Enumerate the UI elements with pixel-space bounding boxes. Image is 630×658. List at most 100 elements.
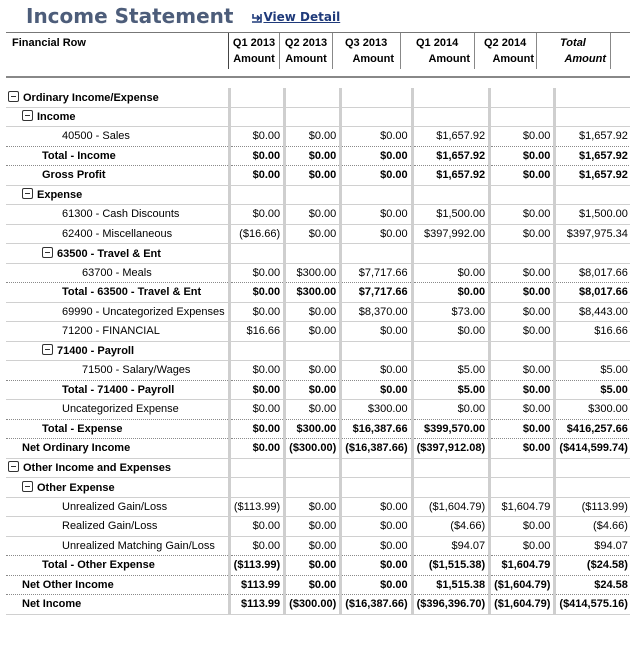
section-row: Ordinary Income/Expense xyxy=(6,88,630,108)
header-col-q2-2014[interactable]: Q2 2014 Amount xyxy=(476,35,536,67)
row-label-cell: Total - Other Expense xyxy=(6,555,230,576)
header-col-q1-2013[interactable]: Q1 2013 Amount xyxy=(230,35,278,67)
amount-cell xyxy=(283,185,341,205)
row-label[interactable]: 69990 - Uncategorized Expenses xyxy=(62,306,225,318)
amount-cell: $113.99 xyxy=(227,575,285,595)
amount-cell xyxy=(283,243,341,264)
header-financial-row: Financial Row xyxy=(12,37,86,49)
table-row: 69990 - Uncategorized Expenses $0.00 $0.00… xyxy=(6,302,630,322)
collapse-toggle-icon[interactable] xyxy=(42,246,53,258)
row-label: Total - 63500 - Travel & Ent xyxy=(62,286,202,299)
header-col-q3-2013[interactable]: Q3 2013 Amount xyxy=(334,35,396,67)
row-label-cell: Realized Gain/Loss xyxy=(6,516,230,537)
amount-cell: $0.00 xyxy=(283,555,341,576)
row-label: Total - 71400 - Payroll xyxy=(62,383,175,396)
amount-cell: $94.07 xyxy=(410,536,490,556)
row-label[interactable]: Realized Gain/Loss xyxy=(62,520,157,532)
amount-cell xyxy=(283,458,341,478)
total-row: Total - 63500 - Travel & Ent $0.00 $300.00… xyxy=(6,282,630,303)
collapse-toggle-icon[interactable] xyxy=(22,110,33,122)
total-row: Net Other Income $113.99 $0.00 $0.00 $1,515.… xyxy=(6,575,630,595)
amount-cell xyxy=(227,107,285,127)
table-row: Realized Gain/Loss $0.00 $0.00 $0.00 ($4.66)… xyxy=(6,516,630,537)
amount-cell xyxy=(339,88,413,108)
row-label[interactable]: 62400 - Miscellaneous xyxy=(62,228,172,240)
row-label: 63500 - Travel & Ent xyxy=(57,247,161,260)
collapse-toggle-icon[interactable] xyxy=(22,480,33,492)
row-label[interactable]: 63700 - Meals xyxy=(82,267,152,279)
row-label-cell: 69990 - Uncategorized Expenses xyxy=(6,302,230,322)
table-row: 71200 - FINANCIAL $16.66 $0.00 $0.00 $0.00 $0… xyxy=(6,321,630,342)
section-row: 71400 - Payroll xyxy=(6,341,630,361)
amount-cell: $0.00 xyxy=(283,575,341,595)
amount-cell xyxy=(227,458,285,478)
amount-cell xyxy=(553,185,630,205)
collapse-toggle-icon[interactable] xyxy=(8,461,19,473)
row-label[interactable]: Unrealized Gain/Loss xyxy=(62,501,167,513)
page-header: Income Statement View Detail xyxy=(26,4,340,30)
amount-cell: ($397,912.08) xyxy=(410,438,490,459)
total-row: Total - Expense $0.00 $300.00 $16,387.66 $39… xyxy=(6,419,630,439)
amount-cell: $0.00 xyxy=(283,497,341,517)
row-label: Total - Other Expense xyxy=(42,559,155,572)
row-label-cell: Total - Income xyxy=(6,146,230,166)
table-row: 71500 - Salary/Wages $0.00 $0.00 $0.00 $5.00… xyxy=(6,360,630,381)
page-title: Income Statement xyxy=(26,4,234,28)
row-label: Other Expense xyxy=(37,481,115,494)
collapse-toggle-icon[interactable] xyxy=(8,90,19,102)
row-label-cell: Gross Profit xyxy=(6,165,230,186)
header-col-q2-2013[interactable]: Q2 2013 Amount xyxy=(281,35,331,67)
amount-cell: ($300.00) xyxy=(283,594,341,615)
amount-cell: $0.00 xyxy=(283,126,341,147)
row-label-cell: Ordinary Income/Expense xyxy=(6,88,230,108)
amount-cell: $0.00 xyxy=(488,399,555,420)
row-label-cell: Net Other Income xyxy=(6,575,230,595)
amount-cell: ($4.66) xyxy=(410,516,490,537)
amount-cell xyxy=(339,477,413,498)
amount-cell: $300.00 xyxy=(553,399,630,420)
row-label: Other Income and Expenses xyxy=(23,462,171,475)
amount-cell: $0.00 xyxy=(339,575,413,595)
row-label[interactable]: 71200 - FINANCIAL xyxy=(62,325,160,337)
amount-cell: $0.00 xyxy=(339,497,413,517)
row-label[interactable]: Unrealized Matching Gain/Loss xyxy=(62,540,215,552)
collapse-toggle-icon[interactable] xyxy=(42,344,53,356)
header-col-q1-2014[interactable]: Q1 2014 Amount xyxy=(402,35,472,67)
view-detail-link[interactable]: View Detail xyxy=(251,10,340,24)
amount-cell: ($300.00) xyxy=(283,438,341,459)
amount-cell: $0.00 xyxy=(488,380,555,400)
header-period: Q2 2014 xyxy=(484,37,527,49)
header-sub: Amount xyxy=(428,53,470,65)
header-col-total[interactable]: Total Amount xyxy=(538,35,608,67)
amount-cell: $0.00 xyxy=(283,146,341,166)
view-detail-label: View Detail xyxy=(263,10,341,24)
amount-cell: $5.00 xyxy=(410,360,490,381)
amount-cell: $5.00 xyxy=(410,380,490,400)
row-label: Income xyxy=(37,111,76,124)
header-divider xyxy=(536,33,537,69)
section-row: 63500 - Travel & Ent xyxy=(6,243,630,264)
collapse-toggle-icon[interactable] xyxy=(22,188,33,200)
amount-cell: $1,500.00 xyxy=(553,204,630,225)
amount-cell xyxy=(410,341,490,361)
row-label: Total - Expense xyxy=(42,422,123,435)
amount-cell: $0.00 xyxy=(227,360,285,381)
header-sub: Amount xyxy=(352,53,394,65)
amount-cell: ($1,604.79) xyxy=(488,575,555,595)
header-period: Total xyxy=(560,37,586,49)
row-label-cell: Other Income and Expenses xyxy=(6,458,230,478)
row-label[interactable]: 40500 - Sales xyxy=(62,130,130,142)
amount-cell: ($113.99) xyxy=(227,555,285,576)
row-label[interactable]: Uncategorized Expense xyxy=(62,403,179,415)
total-row: Net Ordinary Income $0.00 ($300.00) ($16,38… xyxy=(6,438,630,459)
amount-cell: $16,387.66 xyxy=(339,419,413,439)
amount-cell: $0.00 xyxy=(283,302,341,322)
amount-cell: $0.00 xyxy=(488,302,555,322)
header-divider xyxy=(228,33,229,69)
row-label[interactable]: 61300 - Cash Discounts xyxy=(62,208,179,220)
header-sub: Amount xyxy=(233,53,275,65)
amount-cell: $0.00 xyxy=(339,555,413,576)
row-label-cell: Total - 71400 - Payroll xyxy=(6,380,230,400)
row-label[interactable]: 71500 - Salary/Wages xyxy=(82,364,190,376)
amount-cell xyxy=(339,341,413,361)
